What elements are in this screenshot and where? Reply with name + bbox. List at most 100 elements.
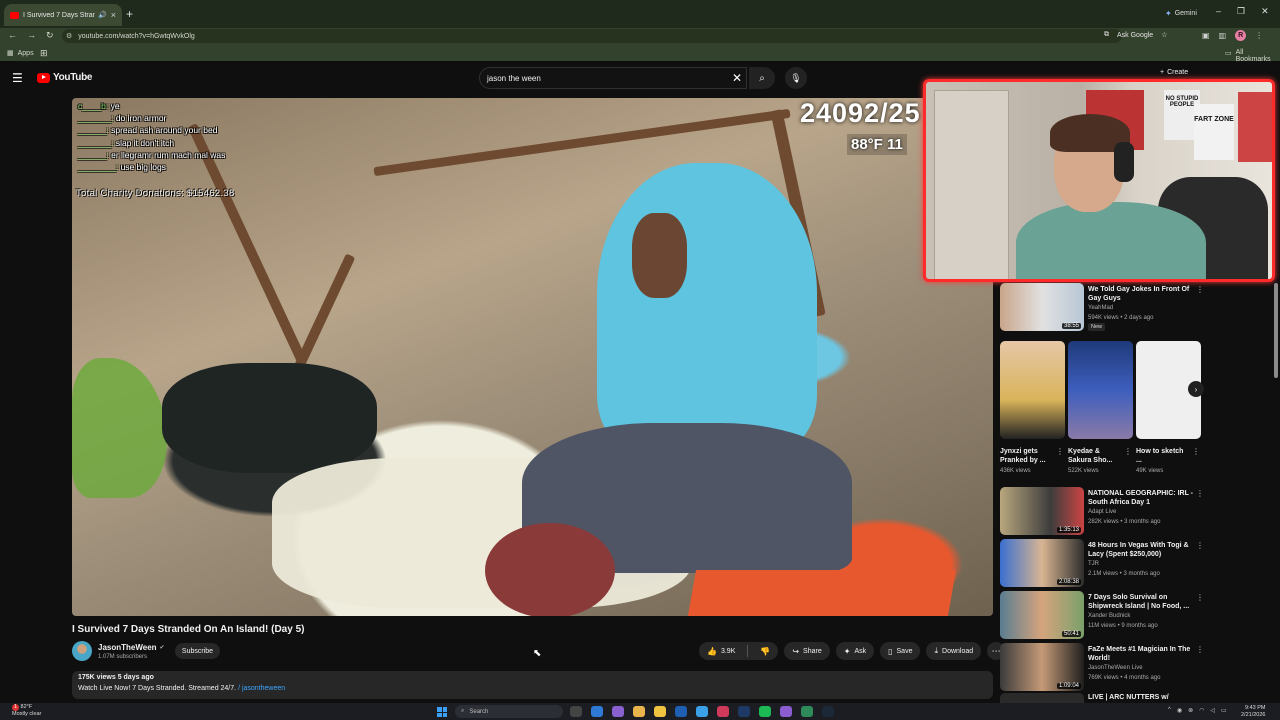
dislike-button[interactable]: 👎 [752,642,778,660]
channel-name[interactable]: Xander Budnick [1088,613,1130,619]
close-tab-icon[interactable]: × [111,10,116,20]
bookmark-star-icon[interactable]: ☆ [1161,31,1167,39]
more-options-icon[interactable]: ⋮ [1196,541,1204,550]
short-item[interactable]: How to sketch ... 49K views ⋮ [1136,341,1201,474]
channel-name[interactable]: Adapt Live [1088,509,1116,515]
short-item[interactable]: Kyedae & Sakura Sho... 522K views ⋮ [1068,341,1133,474]
create-button[interactable]: + Create [1160,69,1188,76]
video-title[interactable]: LIVE | ARC NUTTERS w/ [1088,693,1198,702]
ask-button[interactable]: ✦ Ask [835,642,875,660]
video-thumbnail[interactable]: 1:09:04 [1000,643,1084,691]
video-title[interactable]: 7 Days Solo Survival on Shipwreck Island… [1088,593,1198,611]
volume-icon[interactable]: ◁ [1210,707,1215,714]
video-title[interactable]: NATIONAL GEOGRAPHIC: IRL - South Africa … [1088,489,1198,507]
wifi-icon[interactable]: ◠ [1199,707,1204,714]
video-title[interactable]: 48 Hours In Vegas With Togi & Lacy (Spen… [1088,541,1198,559]
discord-icon[interactable] [780,706,792,717]
browser-tab[interactable]: I Survived 7 Days Stranded 🔊 × [4,4,122,26]
recommended-video[interactable]: 38:55 We Told Gay Jokes In Front Of Gay … [1000,283,1205,333]
battery-icon[interactable]: ▭ [1221,707,1227,714]
video-thumbnail[interactable]: 50:41 [1000,591,1084,639]
more-options-icon[interactable]: ⋮ [1196,593,1204,602]
more-options-icon[interactable]: ⋮ [1196,285,1204,294]
short-thumbnail[interactable] [1000,341,1065,439]
download-button[interactable]: ⤓ Download [926,642,982,660]
video-thumbnail[interactable]: 1:35:13 [1000,487,1084,535]
more-options-icon[interactable]: ⋮ [1124,447,1132,456]
more-options-icon[interactable]: ⋮ [1192,447,1200,456]
page-scrollbar[interactable] [1274,283,1278,378]
short-title[interactable]: Kyedae & Sakura Sho... [1068,447,1120,465]
recommended-video[interactable]: 1:09:04 FaZe Meets #1 Magician In The Wo… [1000,643,1205,693]
steam-icon[interactable] [822,706,834,717]
youtube-logo[interactable]: YouTube [37,72,93,83]
windows-start-icon[interactable] [437,707,447,717]
more-options-icon[interactable]: ⋮ [1196,489,1204,498]
bookmark-apps[interactable]: ▦ Apps [7,49,34,58]
site-info-icon[interactable]: ⚙ [66,32,72,40]
back-icon[interactable]: ← [8,30,17,41]
recommended-video[interactable]: 1:35:13 NATIONAL GEOGRAPHIC: IRL - South… [1000,487,1205,537]
app-icon[interactable] [801,706,813,717]
extensions-icon[interactable]: ▣ [1202,31,1210,40]
shorts-next-icon[interactable]: › [1188,381,1204,397]
channel-name[interactable]: TJR [1088,561,1099,567]
file-explorer-icon[interactable] [654,706,666,717]
channel-name[interactable]: JasonTheWeen Live [1088,665,1143,671]
like-button[interactable]: 👍 3.9K [699,642,743,660]
tray-app-icon[interactable]: ◉ [1177,707,1182,714]
app-icon[interactable] [612,706,624,717]
hamburger-menu-icon[interactable]: ☰ [12,71,23,85]
task-view-icon[interactable] [570,706,582,717]
spotify-icon[interactable] [759,706,771,717]
sidepanel-icon[interactable]: ▥ [1219,31,1227,40]
subscribe-button[interactable]: Subscribe [175,643,220,659]
recommended-video[interactable]: 2:08:38 48 Hours In Vegas With Togi & La… [1000,539,1205,589]
close-window-icon[interactable]: ✕ [1261,6,1269,17]
taskbar-search[interactable]: ⌕ Search [455,705,563,718]
short-thumbnail[interactable] [1068,341,1133,439]
video-player[interactable]: c____b: ye _______: do iron armor ______… [72,98,993,616]
clock[interactable]: 9:43 PM 2/21/2026 [1241,705,1265,719]
video-title[interactable]: We Told Gay Jokes In Front Of Gay Guys [1088,285,1198,303]
video-thumbnail[interactable]: 38:55 [1000,283,1084,331]
gemini-button[interactable]: ✦ Gemini [1165,9,1197,18]
chrome-icon[interactable] [633,706,645,717]
menu-kebab-icon[interactable]: ⋮ [1255,31,1263,40]
recommended-video[interactable]: 50:41 7 Days Solo Survival on Shipwreck … [1000,591,1205,641]
bookmark-grid-icon[interactable]: ⊞ [40,48,48,59]
install-icon[interactable]: ⧉ [1104,31,1109,39]
channel-name[interactable]: JasonTheWeen ✔ [98,643,165,652]
video-thumbnail[interactable]: 2:08:38 [1000,539,1084,587]
weather-widget[interactable]: 1 82°F Mostly clear [12,704,41,718]
description-box[interactable]: 175K views 5 days ago Watch Live Now! 7 … [72,671,993,699]
search-button[interactable]: ⌕ [749,67,775,89]
forward-icon[interactable]: → [27,30,36,41]
channel-name[interactable]: YeahMad [1088,305,1113,311]
edge-icon[interactable] [591,706,603,717]
music-icon[interactable] [717,706,729,717]
more-options-icon[interactable]: ⋮ [1196,645,1204,654]
recommended-video[interactable]: LIVE | ARC NUTTERS w/ [1000,693,1205,703]
channel-avatar[interactable] [72,641,92,661]
chevron-up-icon[interactable]: ^ [1168,707,1171,714]
short-item[interactable]: Jynxzi gets Pranked by ... 436K views ⋮ [1000,341,1065,474]
new-tab-button[interactable]: + [126,7,133,21]
search-input[interactable]: jason the ween ✕ [479,67,747,89]
minimize-icon[interactable]: – [1216,6,1221,17]
save-button[interactable]: ▯ Save [880,642,921,660]
ask-google-button[interactable]: Ask Google [1117,32,1153,39]
omnibox[interactable]: ⚙ youtube.com/watch?v=hGwtqWvkOlg [62,29,1122,43]
mail-icon[interactable] [696,706,708,717]
video-thumbnail[interactable] [1000,693,1084,703]
share-button[interactable]: ↪ Share [784,642,830,660]
short-title[interactable]: How to sketch ... [1136,447,1188,465]
profile-avatar[interactable]: R [1235,30,1247,41]
video-title[interactable]: FaZe Meets #1 Magician In The World! [1088,645,1198,663]
voice-search-button[interactable]: 🎙 [785,67,807,89]
clear-search-icon[interactable]: ✕ [732,71,742,85]
photoshop-icon[interactable] [738,706,750,717]
reload-icon[interactable]: ↻ [46,30,54,41]
more-options-icon[interactable]: ⋮ [1056,447,1064,456]
speaker-icon[interactable]: 🔊 [98,11,107,19]
